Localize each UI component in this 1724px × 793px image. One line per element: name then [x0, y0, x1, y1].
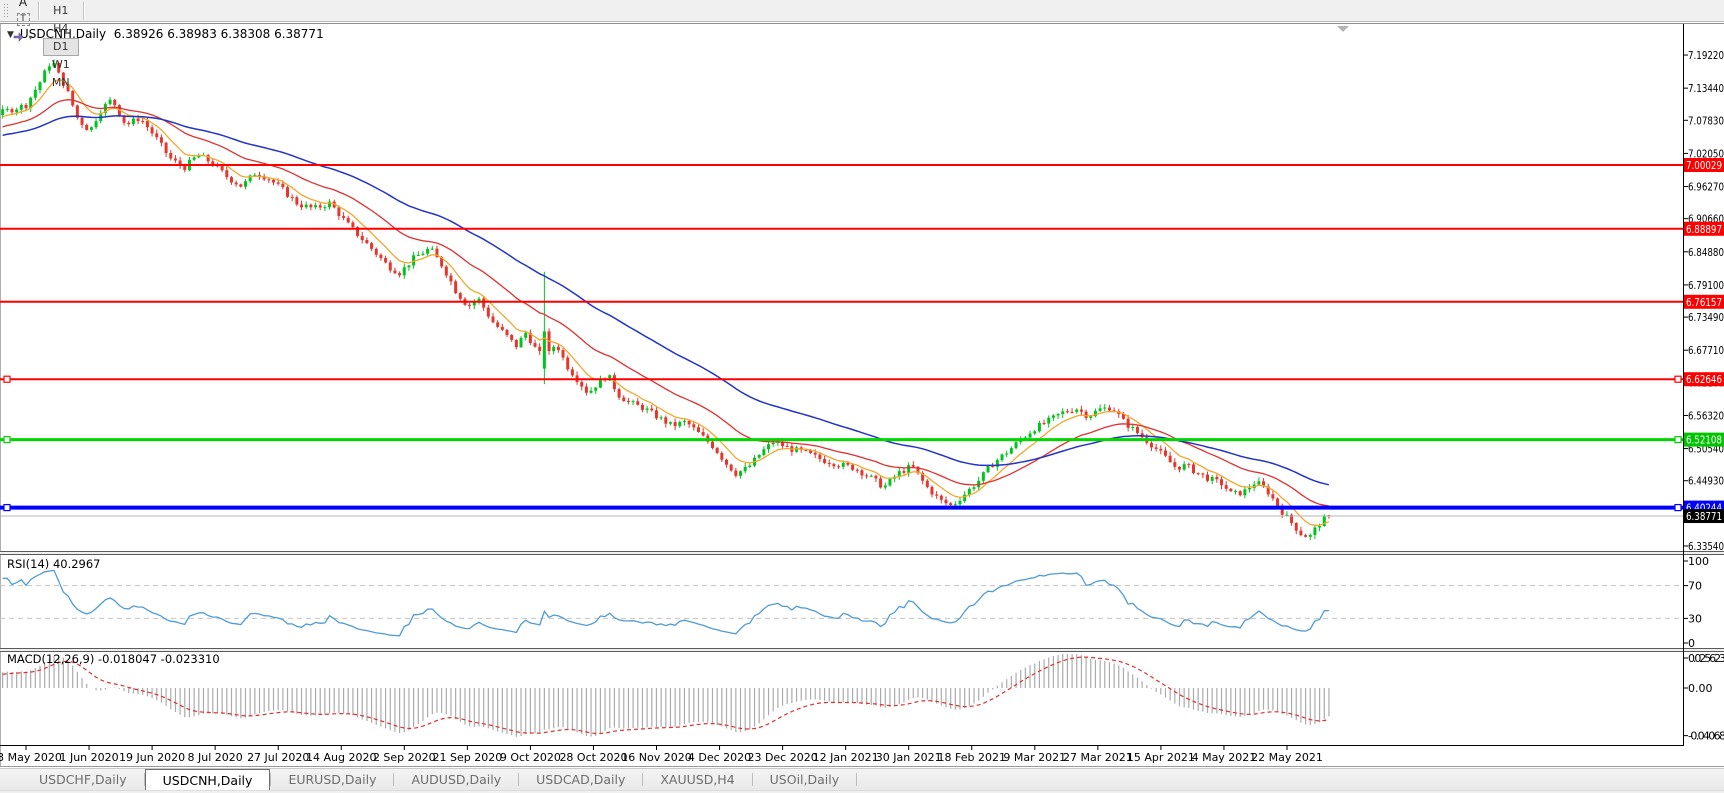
svg-text:7.19220: 7.19220	[1688, 49, 1724, 62]
svg-text:-0.04068: -0.04068	[1688, 730, 1724, 743]
svg-text:22 May 2021: 22 May 2021	[1251, 751, 1323, 764]
line-handle[interactable]	[3, 375, 11, 383]
svg-text:6.96270: 6.96270	[1688, 181, 1724, 194]
svg-text:8 Jul 2020: 8 Jul 2020	[188, 751, 243, 764]
svg-text:6.88897: 6.88897	[1686, 223, 1722, 236]
svg-text:6.79100: 6.79100	[1688, 279, 1724, 292]
svg-text:12 Jan 2021: 12 Jan 2021	[813, 751, 879, 764]
chart-tab-usoil[interactable]: USOil,Daily	[753, 769, 856, 790]
top-toolbar: FAT▾ M1M5M15M30H1H4D1W1MN	[0, 0, 1724, 89]
timeframe-button-h1[interactable]: H1	[43, 2, 79, 20]
price-label-6.88897: 6.88897	[1684, 221, 1724, 236]
svg-text:1 Jun 2020: 1 Jun 2020	[59, 751, 118, 764]
text-a-button[interactable]: A	[12, 0, 34, 11]
chart-tab-bar: USDCHF,Daily USDCNH,Daily EURUSD,Daily AUDU…	[0, 768, 1724, 791]
svg-text:70: 70	[1688, 580, 1702, 593]
chart-tab-usdcnh[interactable]: USDCNH,Daily	[144, 769, 271, 791]
svg-text:6.56320: 6.56320	[1688, 409, 1724, 422]
svg-text:21 Sep 2020: 21 Sep 2020	[432, 751, 502, 764]
svg-text:7.07830: 7.07830	[1688, 114, 1724, 127]
text-a-icon: A	[18, 0, 28, 9]
svg-text:15 Apr 2021: 15 Apr 2021	[1127, 751, 1195, 764]
chart-tab-xauusd[interactable]: XAUUSD,H4	[643, 769, 751, 790]
svg-text:7.13440: 7.13440	[1688, 82, 1724, 95]
svg-text:30 Jan 2021: 30 Jan 2021	[876, 751, 942, 764]
svg-text:6.62646: 6.62646	[1686, 373, 1722, 386]
svg-text:4 Dec 2020: 4 Dec 2020	[688, 751, 751, 764]
tab-separator	[856, 773, 858, 786]
svg-text:6.67710: 6.67710	[1688, 344, 1724, 357]
svg-text:6.73490: 6.73490	[1688, 311, 1724, 324]
timeframe-group: M1M5M15M30H1H4D1W1MN	[43, 0, 79, 92]
chart-canvas[interactable]: 7.192207.134407.078307.020506.962706.906…	[0, 0, 1724, 793]
svg-text:13 May 2020: 13 May 2020	[0, 751, 62, 764]
svg-text:0.025623: 0.025623	[1688, 652, 1724, 665]
svg-text:6.38771: 6.38771	[1686, 510, 1722, 523]
svg-text:6.52108: 6.52108	[1686, 434, 1722, 447]
toolbar-separator	[82, 1, 84, 20]
svg-text:9 Mar 2021: 9 Mar 2021	[1003, 751, 1066, 764]
line-handle[interactable]	[1674, 436, 1682, 444]
svg-text:6.84880: 6.84880	[1688, 246, 1724, 259]
svg-text:18 Feb 2021: 18 Feb 2021	[938, 751, 1006, 764]
svg-text:9 Oct 2020: 9 Oct 2020	[500, 751, 561, 764]
svg-text:6.44930: 6.44930	[1688, 475, 1724, 488]
svg-text:0: 0	[1688, 637, 1695, 650]
chart-tab-eurusd[interactable]: EURUSD,Daily	[271, 769, 393, 790]
text-label-icon: T	[16, 13, 30, 26]
toolbar-separator	[38, 1, 39, 20]
price-label-6.52108: 6.52108	[1684, 432, 1724, 447]
line-handle[interactable]	[1674, 375, 1682, 383]
chart-tab-usdchf[interactable]: USDCHF,Daily	[22, 769, 144, 790]
svg-text:100: 100	[1688, 555, 1709, 568]
svg-text:16 Nov 2020: 16 Nov 2020	[621, 751, 691, 764]
line-handle[interactable]	[1674, 503, 1682, 512]
text-label-button[interactable]: T	[12, 11, 34, 29]
svg-text:23 Dec 2020: 23 Dec 2020	[747, 751, 817, 764]
svg-text:6.76157: 6.76157	[1686, 296, 1722, 309]
timeframe-button-d1[interactable]: D1	[43, 37, 79, 56]
price-label-6.62646: 6.62646	[1684, 372, 1724, 387]
current-price-label: 6.38771	[1684, 509, 1724, 524]
toolbar-grip[interactable]	[3, 2, 10, 19]
dropdown-caret-icon[interactable]: ▾	[28, 33, 32, 42]
chart-tab-audusd[interactable]: AUDUSD,Daily	[394, 769, 518, 790]
svg-text:27 Jul 2020: 27 Jul 2020	[247, 751, 309, 764]
timeframe-button-mn[interactable]: MN	[43, 74, 79, 92]
line-handle[interactable]	[3, 436, 11, 444]
arrow-objects-icon	[14, 31, 24, 42]
svg-text:28 Oct 2020: 28 Oct 2020	[559, 751, 627, 764]
svg-text:2 Sep 2020: 2 Sep 2020	[373, 751, 436, 764]
svg-text:30: 30	[1688, 612, 1702, 625]
mt4-window: { "toolbar": { "tools": [ {"name": "fibo…	[0, 0, 1724, 793]
timeframe-button-w1[interactable]: W1	[43, 56, 79, 74]
chart-tab-usdcad[interactable]: USDCAD,Daily	[519, 769, 642, 790]
arrow-objects-button[interactable]: ▾	[12, 29, 34, 47]
svg-text:4 May 2021: 4 May 2021	[1192, 751, 1257, 764]
price-label-6.76157: 6.76157	[1684, 294, 1724, 309]
svg-text:7.00029: 7.00029	[1686, 159, 1722, 172]
timeframe-button-h4[interactable]: H4	[43, 20, 79, 38]
svg-text:0.00: 0.00	[1688, 682, 1713, 695]
svg-text:14 Aug 2020: 14 Aug 2020	[306, 751, 376, 764]
price-label-7.00029: 7.00029	[1684, 157, 1724, 172]
svg-text:27 Mar 2021: 27 Mar 2021	[1063, 751, 1133, 764]
svg-text:19 Jun 2020: 19 Jun 2020	[119, 751, 185, 764]
line-handle[interactable]	[3, 503, 11, 512]
svg-text:6.33540: 6.33540	[1688, 540, 1724, 553]
object-tools-group: FAT▾	[12, 0, 34, 47]
